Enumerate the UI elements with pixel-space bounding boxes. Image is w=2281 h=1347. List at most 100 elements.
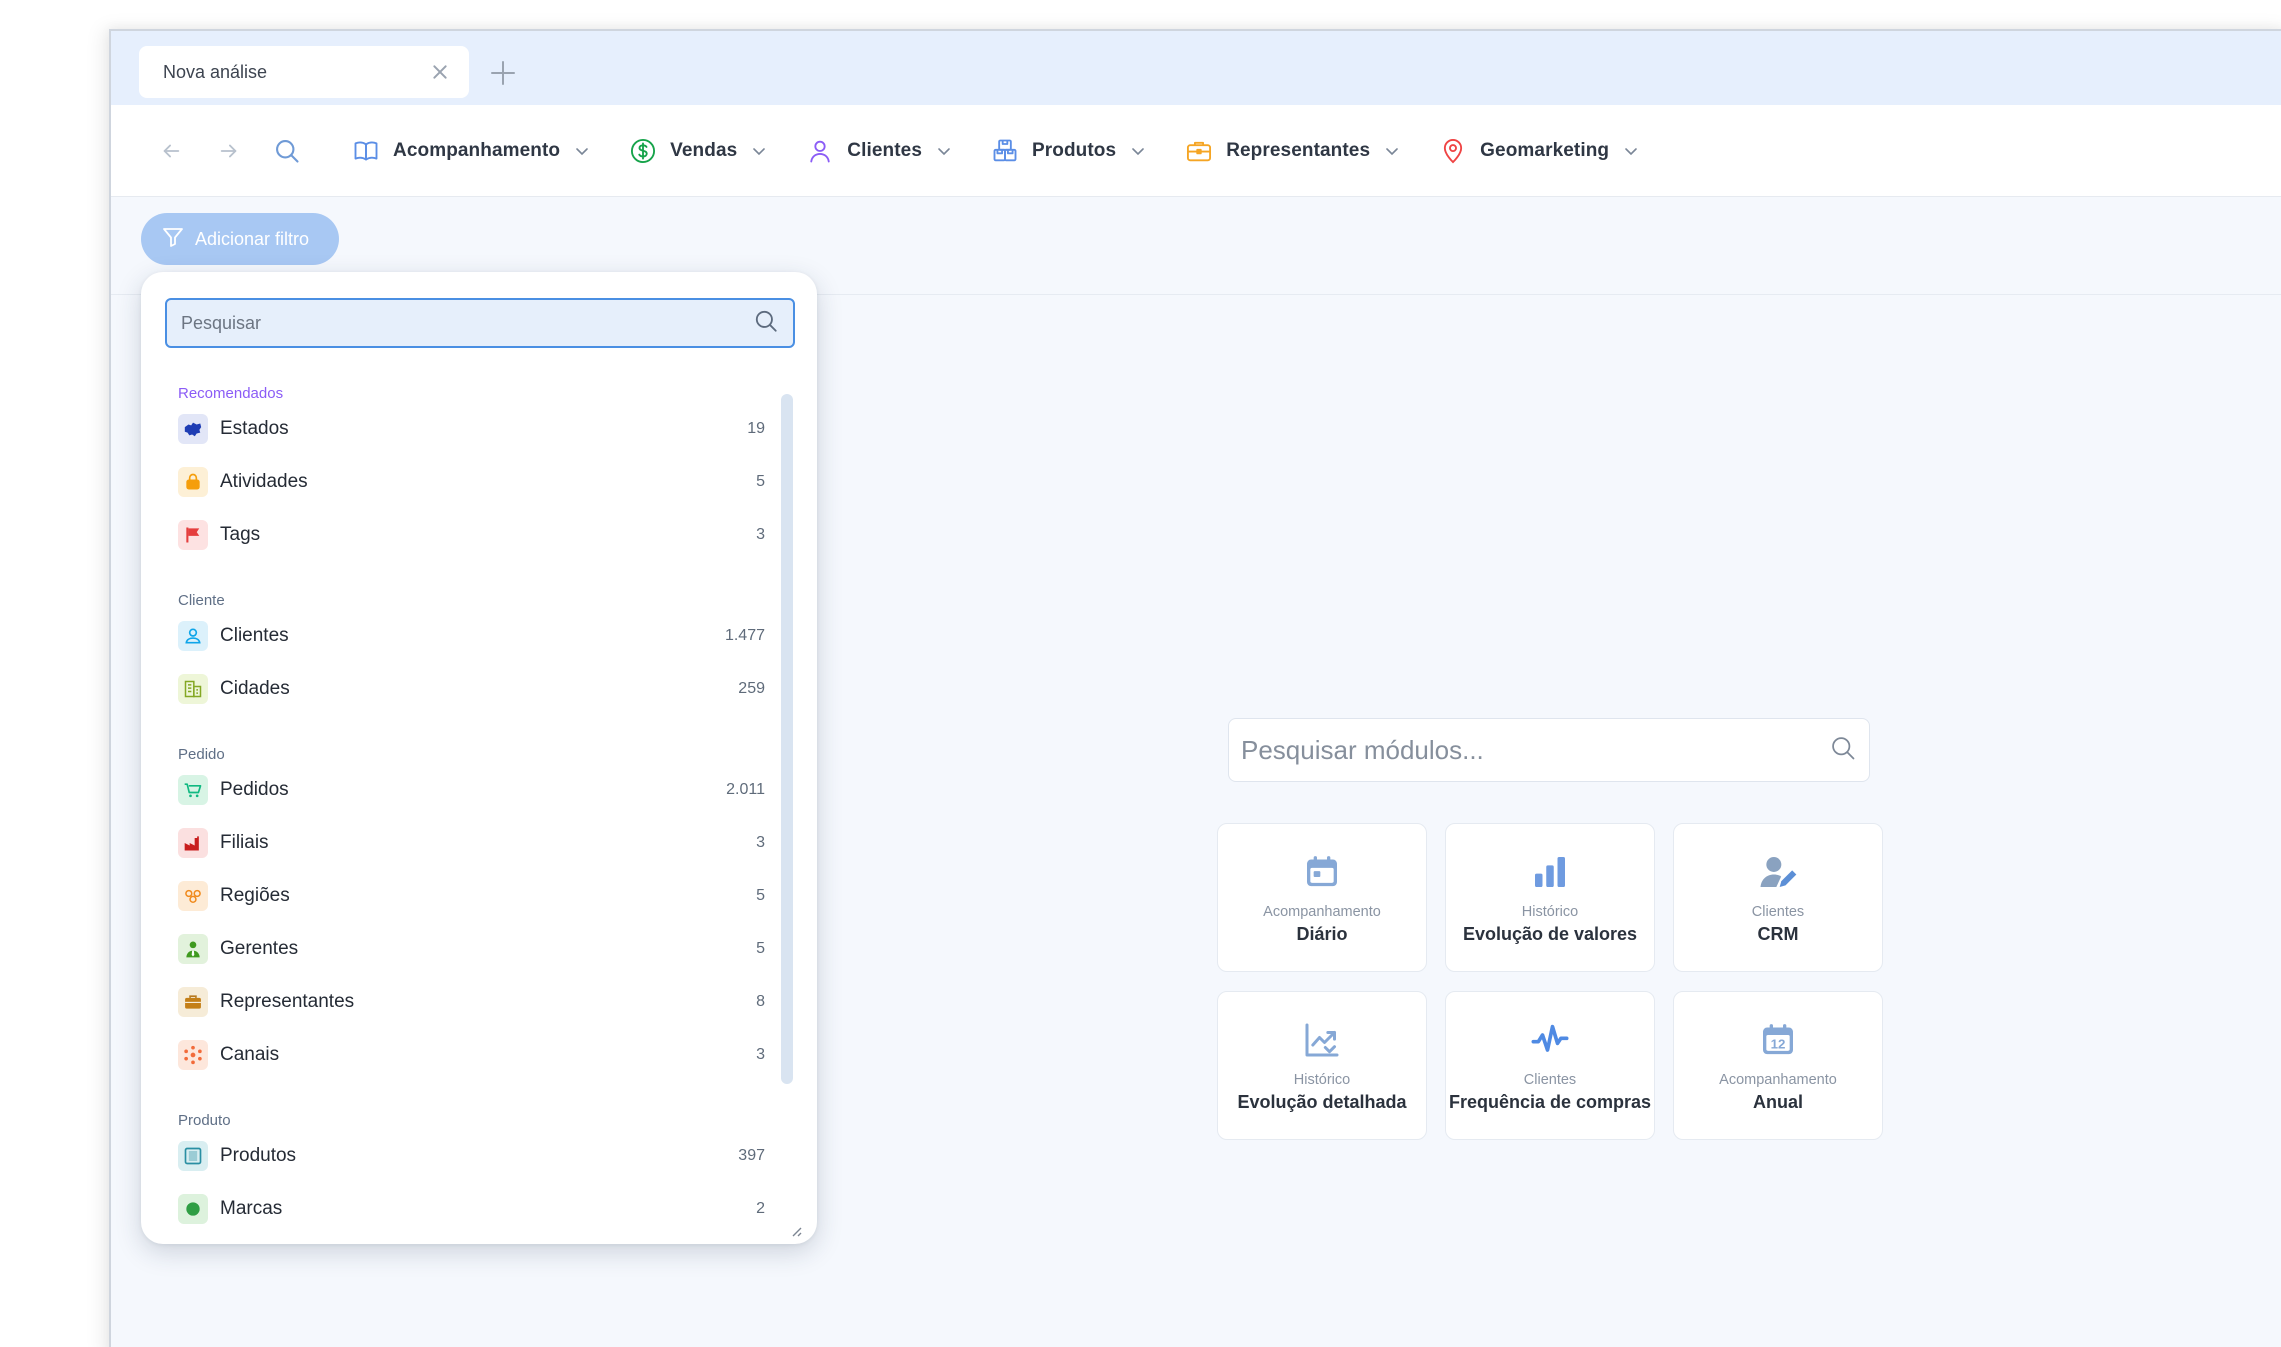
tab-strip: Nova análise [111,31,2281,105]
module-card-frequencia-compras[interactable]: Clientes Frequência de compras [1445,991,1655,1140]
module-title: Evolução detalhada [1237,1091,1407,1112]
module-category: Acompanhamento [1719,1071,1837,1088]
app-window: Nova análise Acompanhamento Vendas Clien… [109,29,2281,1347]
module-category: Histórico [1293,1071,1351,1088]
pulse-icon [1528,1018,1572,1062]
back-arrow-icon[interactable] [151,131,191,171]
menu-representantes[interactable]: Representantes [1174,129,1410,173]
module-title: Anual [1752,1091,1803,1112]
module-title: Frequência de compras [1448,1091,1652,1112]
tab-nova-analise[interactable]: Nova análise [139,46,469,98]
option-count: 3 [756,1045,765,1063]
menu-produtos[interactable]: Produtos [980,129,1156,173]
search-icon[interactable] [1829,734,1857,767]
chevron-down-icon [1384,143,1400,159]
menu-label: Vendas [670,139,738,161]
module-category: Histórico [1521,903,1579,920]
option-label: Representantes [220,990,355,1012]
filter-funnel-icon [161,225,185,254]
option-canais[interactable]: Canais 3 [141,1028,781,1081]
modules-search-box[interactable] [1228,718,1870,782]
module-card-anual[interactable]: 12 Acompanhamento Anual [1673,991,1883,1140]
filter-search-input[interactable] [181,312,741,334]
option-pedidos[interactable]: Pedidos 2.011 [141,763,781,816]
option-label: Cidades [220,677,290,699]
module-title: CRM [1757,923,1799,944]
option-cidades[interactable]: Cidades 259 [141,662,781,715]
option-count: 3 [756,833,765,851]
forward-arrow-icon[interactable] [209,131,249,171]
menu-geomarketing[interactable]: Geomarketing [1428,129,1649,173]
resize-grip-icon[interactable] [787,1222,803,1238]
chevron-down-icon [1130,143,1146,159]
module-category: Clientes [1523,1071,1577,1088]
add-filter-button[interactable]: Adicionar filtro [141,213,339,265]
option-count: 2.011 [726,780,765,798]
briefcase-icon [178,986,208,1017]
option-produtos[interactable]: Produtos 397 [141,1129,781,1182]
menu-vendas[interactable]: Vendas [618,129,777,173]
menu-label: Produtos [1032,139,1117,161]
bar-chart-icon [1528,850,1572,894]
product-box-icon [178,1140,208,1171]
factory-icon [178,827,208,858]
option-estados[interactable]: Estados 19 [141,402,781,455]
option-regioes[interactable]: Regiões 5 [141,869,781,922]
option-representantes[interactable]: Representantes 8 [141,975,781,1028]
close-icon[interactable] [429,61,451,83]
new-tab-plus-icon[interactable] [489,59,517,87]
module-title: Evolução de valores [1462,923,1638,944]
option-count: 19 [747,419,765,437]
search-icon[interactable] [753,308,779,339]
option-label: Tags [220,523,261,545]
filter-search-box[interactable] [165,298,795,348]
menu-label: Geomarketing [1480,139,1610,161]
option-label: Clientes [220,624,289,646]
trend-chart-icon [1300,1018,1344,1062]
shopping-cart-icon [178,774,208,805]
option-marcas[interactable]: Marcas 2 [141,1182,781,1224]
module-category: Clientes [1751,903,1805,920]
boxes-icon [990,136,1020,166]
option-gerentes[interactable]: Gerentes 5 [141,922,781,975]
module-category: Acompanhamento [1263,903,1381,920]
regions-pin-icon [178,880,208,911]
map-pin-icon [1438,136,1468,166]
main-menu: Acompanhamento Vendas Clientes Produtos … [341,129,1667,173]
menu-label: Clientes [847,139,922,161]
option-count: 8 [756,992,765,1010]
user-icon [805,136,835,166]
add-filter-label: Adicionar filtro [195,228,310,249]
option-count: 2 [756,1199,765,1217]
book-open-icon [351,136,381,166]
filter-options-list[interactable]: Recomendados Estados 19 Atividades 5 Tag… [141,364,781,1224]
chevron-down-icon [574,143,590,159]
brand-icon [178,1193,208,1224]
module-card-evolucao-detalhada[interactable]: Histórico Evolução detalhada [1217,991,1427,1140]
option-label: Filiais [220,831,269,853]
search-icon[interactable] [267,131,307,171]
option-clientes[interactable]: Clientes 1.477 [141,609,781,662]
screen: Nova análise Acompanhamento Vendas Clien… [0,0,2281,1347]
briefcase-icon [1184,136,1214,166]
option-tags[interactable]: Tags 3 [141,508,781,561]
calendar-12-icon: 12 [1756,1018,1800,1062]
list-scrollbar[interactable] [781,394,793,1084]
option-label: Gerentes [220,937,299,959]
option-count: 5 [756,886,765,904]
svg-text:12: 12 [1771,1036,1786,1051]
modules-search-input[interactable] [1241,734,1829,766]
module-card-diario[interactable]: Acompanhamento Diário [1217,823,1427,972]
option-count: 259 [738,679,765,697]
menu-clientes[interactable]: Clientes [795,129,962,173]
module-card-crm[interactable]: Clientes CRM [1673,823,1883,972]
client-user-icon [178,620,208,651]
tab-title: Nova análise [163,61,268,82]
map-states-icon [178,413,208,444]
menu-acompanhamento[interactable]: Acompanhamento [341,129,600,173]
manager-icon [178,933,208,964]
module-title: Diário [1296,923,1348,944]
option-atividades[interactable]: Atividades 5 [141,455,781,508]
module-card-evolucao-valores[interactable]: Histórico Evolução de valores [1445,823,1655,972]
option-filiais[interactable]: Filiais 3 [141,816,781,869]
